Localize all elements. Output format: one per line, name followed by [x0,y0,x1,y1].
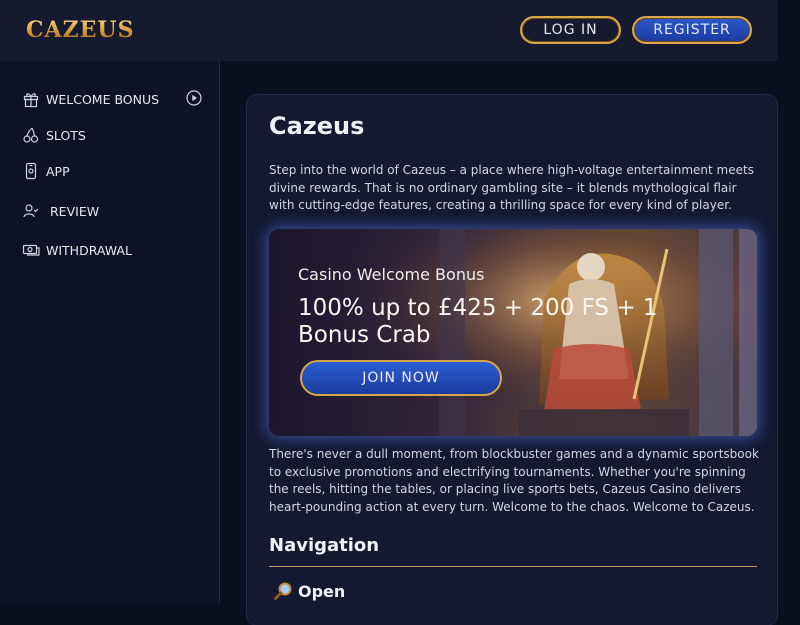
play-circle-icon[interactable] [186,90,202,106]
sidebar-item-label: APP [46,163,70,179]
phone-icon [22,162,40,180]
cash-icon [22,241,40,259]
navigation-heading: Navigation [269,535,380,556]
register-button[interactable]: REGISTER [632,16,752,44]
sidebar-item-app[interactable]: APP [22,159,70,183]
login-button[interactable]: LOG IN [520,16,621,44]
site-logo[interactable]: CAZEUS [26,17,134,43]
banner-headline: 100% up to £425 + 200 FS + 1 Bonus Crab [298,295,658,348]
top-header: CAZEUS LOG IN REGISTER [0,0,778,61]
body-paragraph: There's never a dull moment, from blockb… [269,447,759,514]
join-now-button[interactable]: JOIN NOW [300,360,502,396]
sidebar-item-label: WITHDRAWAL [46,242,132,258]
sidebar-item-label: SLOTS [46,127,86,143]
gift-icon [22,90,40,108]
sidebar-item-withdrawal[interactable]: WITHDRAWAL [22,238,132,262]
sidebar-item-slots[interactable]: SLOTS [22,123,86,147]
page-title: Cazeus [269,112,365,140]
magnifier-icon [274,582,292,600]
open-label: Open [298,581,346,601]
divider [269,566,757,567]
sidebar-item-review[interactable]: REVIEW [22,199,99,223]
banner-subtitle: Casino Welcome Bonus [298,265,485,284]
sidebar-item-welcome-bonus[interactable]: WELCOME BONUS [22,87,159,111]
cherries-icon [22,126,40,144]
open-toggle[interactable]: Open [273,581,345,601]
welcome-bonus-banner[interactable]: Casino Welcome Bonus 100% up to £425 + 2… [269,229,757,436]
user-check-icon [22,202,40,220]
sidebar: WELCOME BONUS SLOTS APP REVIEW WITHDRAWA… [0,61,220,603]
intro-paragraph: Step into the world of Cazeus – a place … [269,163,754,212]
sidebar-item-label: REVIEW [50,203,100,219]
sidebar-item-label: WELCOME BONUS [46,91,160,107]
